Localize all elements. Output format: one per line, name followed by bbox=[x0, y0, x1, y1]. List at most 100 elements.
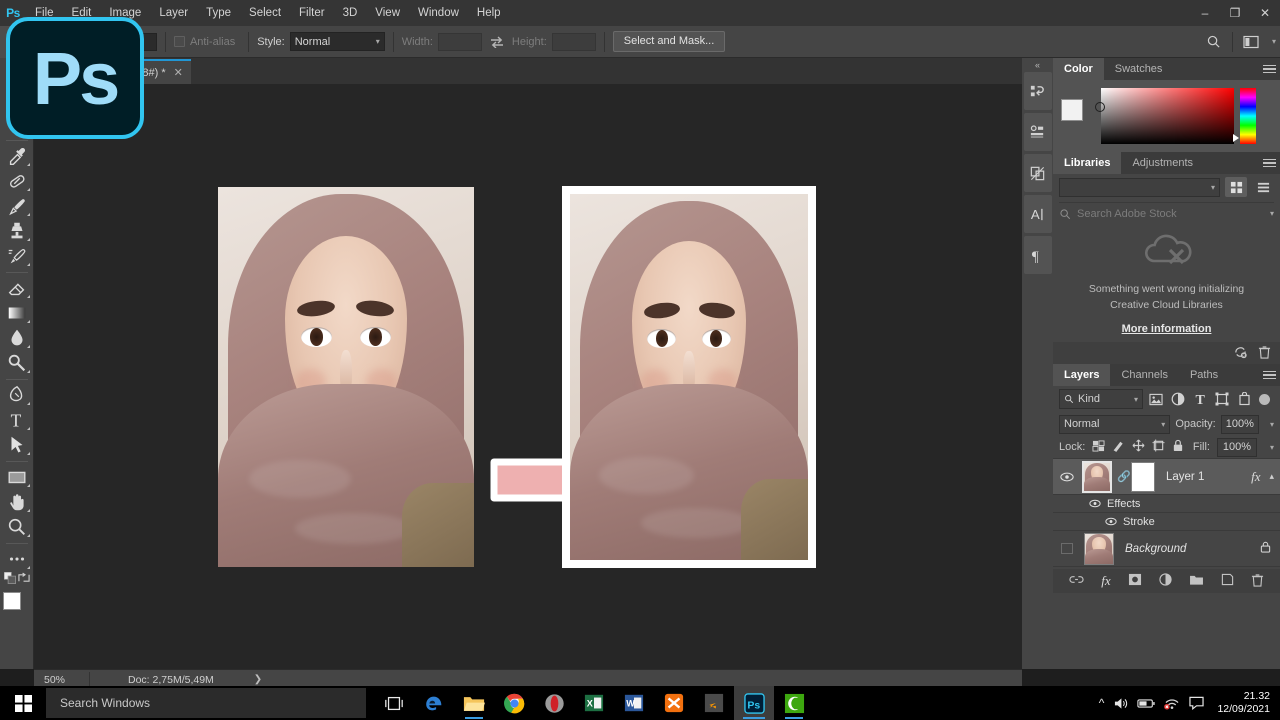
windows-start-icon[interactable] bbox=[0, 686, 46, 720]
grid-view-icon[interactable] bbox=[1225, 177, 1247, 197]
table-row[interactable]: 🔗 Layer 1 fx ▴ bbox=[1053, 459, 1280, 495]
edit-toolbar-tool[interactable] bbox=[2, 547, 32, 571]
chevron-down-icon[interactable]: ▾ bbox=[1272, 37, 1276, 46]
opera-icon[interactable] bbox=[534, 686, 574, 720]
list-item[interactable]: Stroke bbox=[1053, 513, 1280, 531]
show-hidden-icons-chevron[interactable]: ^ bbox=[1099, 696, 1105, 710]
layer-visibility-toggle[interactable] bbox=[1057, 472, 1077, 482]
tab-swatches[interactable]: Swatches bbox=[1104, 58, 1174, 80]
filter-smart-object-icon[interactable] bbox=[1235, 390, 1253, 408]
tab-layers[interactable]: Layers bbox=[1053, 364, 1110, 386]
list-view-icon[interactable] bbox=[1252, 177, 1274, 197]
menu-item-layer[interactable]: Layer bbox=[150, 0, 197, 26]
close-icon[interactable]: ✕ bbox=[174, 66, 183, 79]
volume-icon[interactable] bbox=[1113, 697, 1128, 710]
close-button[interactable]: ✕ bbox=[1250, 0, 1280, 26]
menu-item-3d[interactable]: 3D bbox=[334, 0, 367, 26]
swap-arrows-icon[interactable] bbox=[482, 36, 512, 48]
layer-effects-badge[interactable]: fx bbox=[1251, 469, 1260, 485]
menu-item-type[interactable]: Type bbox=[197, 0, 240, 26]
dodge-tool[interactable] bbox=[2, 351, 32, 375]
opacity-value[interactable]: 100% bbox=[1221, 415, 1259, 434]
blur-tool[interactable] bbox=[2, 326, 32, 350]
filter-pixel-icon[interactable] bbox=[1147, 390, 1165, 408]
list-item[interactable]: Effects bbox=[1053, 495, 1280, 513]
tab-libraries[interactable]: Libraries bbox=[1053, 152, 1121, 174]
properties-panel-icon[interactable] bbox=[1024, 113, 1052, 151]
task-view-icon[interactable] bbox=[374, 686, 414, 720]
layer-visibility-toggle[interactable] bbox=[1057, 543, 1077, 554]
paragraph-panel-icon[interactable]: ¶ bbox=[1024, 236, 1052, 274]
brush-tool[interactable] bbox=[2, 194, 32, 218]
history-panel-icon[interactable] bbox=[1024, 72, 1052, 110]
color-picker-body[interactable] bbox=[1053, 80, 1280, 152]
sublime-text-icon[interactable] bbox=[694, 686, 734, 720]
gradient-tool[interactable] bbox=[2, 301, 32, 325]
layer-name[interactable]: Background bbox=[1119, 543, 1255, 555]
panel-menu-icon[interactable] bbox=[1263, 58, 1276, 80]
eraser-tool[interactable] bbox=[2, 276, 32, 300]
chevron-down-icon[interactable]: ▾ bbox=[1270, 209, 1274, 218]
minimize-button[interactable]: – bbox=[1190, 0, 1220, 26]
lock-all-icon[interactable] bbox=[1172, 439, 1184, 455]
search-input[interactable]: Search Windows bbox=[46, 688, 366, 718]
layer-name[interactable]: Layer 1 bbox=[1160, 471, 1246, 483]
chevron-up-icon[interactable]: ▴ bbox=[1269, 471, 1274, 482]
after-photo[interactable] bbox=[562, 186, 816, 568]
toolbar-color-swatches[interactable] bbox=[2, 591, 32, 621]
layer-thumbnail[interactable] bbox=[1082, 461, 1112, 493]
blend-mode-select[interactable]: Normal ▾ bbox=[1059, 415, 1170, 434]
maximize-button[interactable]: ❐ bbox=[1220, 0, 1250, 26]
width-input[interactable] bbox=[438, 33, 482, 51]
tab-paths[interactable]: Paths bbox=[1179, 364, 1229, 386]
pen-tool[interactable] bbox=[2, 383, 32, 407]
layer-mask-thumbnail[interactable] bbox=[1131, 462, 1155, 492]
lock-position-icon[interactable] bbox=[1132, 439, 1145, 455]
layer-kind-filter[interactable]: Kind ▾ bbox=[1059, 389, 1143, 409]
add-layer-style-icon[interactable]: fx bbox=[1101, 573, 1110, 589]
tab-adjustments[interactable]: Adjustments bbox=[1121, 152, 1204, 174]
file-explorer-icon[interactable] bbox=[454, 686, 494, 720]
tab-color[interactable]: Color bbox=[1053, 58, 1104, 80]
new-adjustment-layer-icon[interactable] bbox=[1159, 573, 1172, 589]
taskbar-clock[interactable]: 21.32 12/09/2021 bbox=[1217, 690, 1270, 716]
history-brush-tool[interactable] bbox=[2, 244, 32, 268]
menu-item-select[interactable]: Select bbox=[240, 0, 290, 26]
style-select[interactable]: Normal ▾ bbox=[290, 32, 385, 51]
eyedropper-tool[interactable] bbox=[2, 144, 32, 168]
clone-stamp-tool[interactable] bbox=[2, 219, 32, 243]
filter-type-icon[interactable]: T bbox=[1191, 390, 1209, 408]
table-row[interactable]: Background bbox=[1053, 531, 1280, 567]
collapse-panels-icon[interactable]: « bbox=[1022, 58, 1053, 72]
color-swatches[interactable] bbox=[1061, 99, 1095, 133]
sync-error-icon[interactable] bbox=[1233, 345, 1248, 362]
hue-slider[interactable] bbox=[1240, 88, 1256, 144]
layer-thumbnail[interactable] bbox=[1084, 533, 1114, 565]
select-and-mask-button[interactable]: Select and Mask... bbox=[613, 31, 726, 52]
battery-icon[interactable] bbox=[1137, 698, 1155, 709]
fill-value[interactable]: 100% bbox=[1217, 438, 1257, 457]
adobe-stock-search[interactable]: Search Adobe Stock ▾ bbox=[1059, 202, 1274, 224]
spot-healing-brush-tool[interactable] bbox=[2, 169, 32, 193]
layer-comps-panel-icon[interactable] bbox=[1024, 154, 1052, 192]
library-select[interactable]: ▾ bbox=[1059, 178, 1220, 197]
lock-transparent-pixels-icon[interactable] bbox=[1092, 440, 1105, 455]
link-layers-icon[interactable] bbox=[1069, 574, 1084, 588]
menu-item-view[interactable]: View bbox=[366, 0, 409, 26]
edge-icon[interactable] bbox=[414, 686, 454, 720]
xampp-icon[interactable] bbox=[654, 686, 694, 720]
lock-image-pixels-icon[interactable] bbox=[1112, 439, 1125, 455]
zoom-tool[interactable] bbox=[2, 515, 32, 539]
add-layer-mask-icon[interactable] bbox=[1128, 573, 1142, 589]
filter-toggle-switch[interactable] bbox=[1259, 394, 1270, 405]
chevron-right-icon[interactable]: ❯ bbox=[254, 674, 262, 685]
type-tool[interactable]: T bbox=[2, 408, 32, 432]
chevron-down-icon[interactable]: ▾ bbox=[1270, 420, 1274, 429]
chevron-down-icon[interactable]: ▾ bbox=[1270, 443, 1274, 452]
menu-item-help[interactable]: Help bbox=[468, 0, 510, 26]
height-input[interactable] bbox=[552, 33, 596, 51]
swap-colors-icon[interactable] bbox=[18, 572, 30, 587]
workspace-switcher-icon[interactable] bbox=[1238, 30, 1264, 54]
color-field[interactable] bbox=[1101, 88, 1234, 144]
anti-alias-checkbox[interactable] bbox=[174, 36, 185, 47]
